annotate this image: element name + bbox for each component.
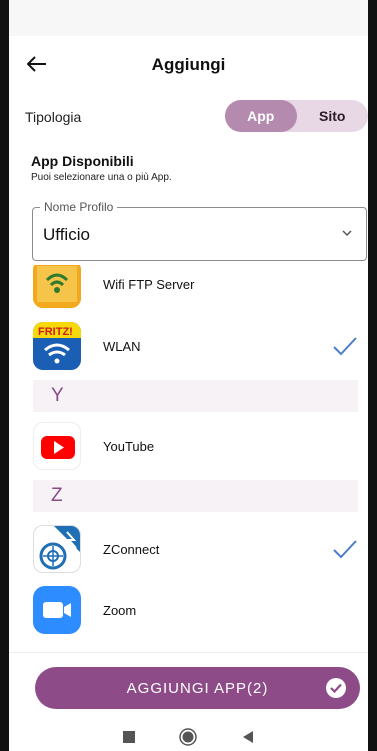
app-list: Wifi FTP Server FRITZ! WLAN Y YouTube Z … (9, 265, 368, 650)
section-title: App Disponibili (31, 153, 134, 169)
zoom-icon (33, 586, 81, 634)
app-name: YouTube (103, 438, 155, 454)
recents-square-icon[interactable] (118, 726, 140, 748)
section-letter: Z (51, 485, 63, 506)
app-name: ZConnect (103, 541, 160, 557)
wifi-ftp-server-icon (33, 265, 81, 308)
youtube-icon (33, 422, 81, 470)
add-apps-button[interactable]: AGGIUNGI APP(2) (35, 667, 360, 709)
app-name: Wifi FTP Server (103, 276, 195, 292)
status-bar (9, 0, 368, 36)
zconnect-icon (33, 525, 81, 573)
list-item[interactable]: Zoom (9, 580, 368, 640)
back-arrow-icon[interactable] (23, 50, 51, 78)
section-letter-header: Y (33, 380, 358, 412)
home-circle-icon[interactable] (177, 726, 199, 748)
app-name: WLAN (103, 338, 141, 354)
chevron-down-icon (342, 230, 352, 237)
tipologia-row: Tipologia App Sito (9, 100, 368, 134)
section-letter-header: Z (33, 480, 358, 512)
segment-sito[interactable]: Sito (297, 100, 369, 132)
tipologia-label: Tipologia (25, 109, 82, 125)
bottom-area: AGGIUNGI APP(2) (9, 652, 368, 751)
app-name: Zoom (103, 602, 137, 618)
section-subtitle: Puoi selezionare una o più App. (31, 172, 172, 183)
profile-select-label: Nome Profilo (40, 200, 118, 214)
add-apps-button-label: AGGIUNGI APP(2) (126, 679, 269, 697)
svg-text:FRITZ!: FRITZ! (38, 326, 73, 338)
check-icon (333, 540, 357, 559)
list-item[interactable]: FRITZ! WLAN (9, 316, 368, 376)
list-item[interactable]: Wifi FTP Server (9, 265, 368, 314)
check-circle-icon (326, 678, 346, 698)
check-icon (333, 337, 357, 356)
back-triangle-icon[interactable] (237, 726, 259, 748)
segment-app[interactable]: App (225, 100, 297, 132)
section-letter: Y (51, 385, 64, 406)
app-header: Aggiungi (9, 36, 368, 94)
tipologia-segmented-control: App Sito (225, 100, 368, 132)
profile-select-value: Ufficio (43, 225, 90, 244)
profile-select[interactable]: Nome Profilo Ufficio (32, 200, 367, 261)
system-nav-bar (9, 721, 368, 751)
list-item[interactable]: YouTube (9, 416, 368, 476)
list-item[interactable]: ZConnect (9, 519, 368, 579)
page-title: Aggiungi (151, 55, 226, 74)
fritz-wlan-icon: FRITZ! (33, 322, 81, 370)
